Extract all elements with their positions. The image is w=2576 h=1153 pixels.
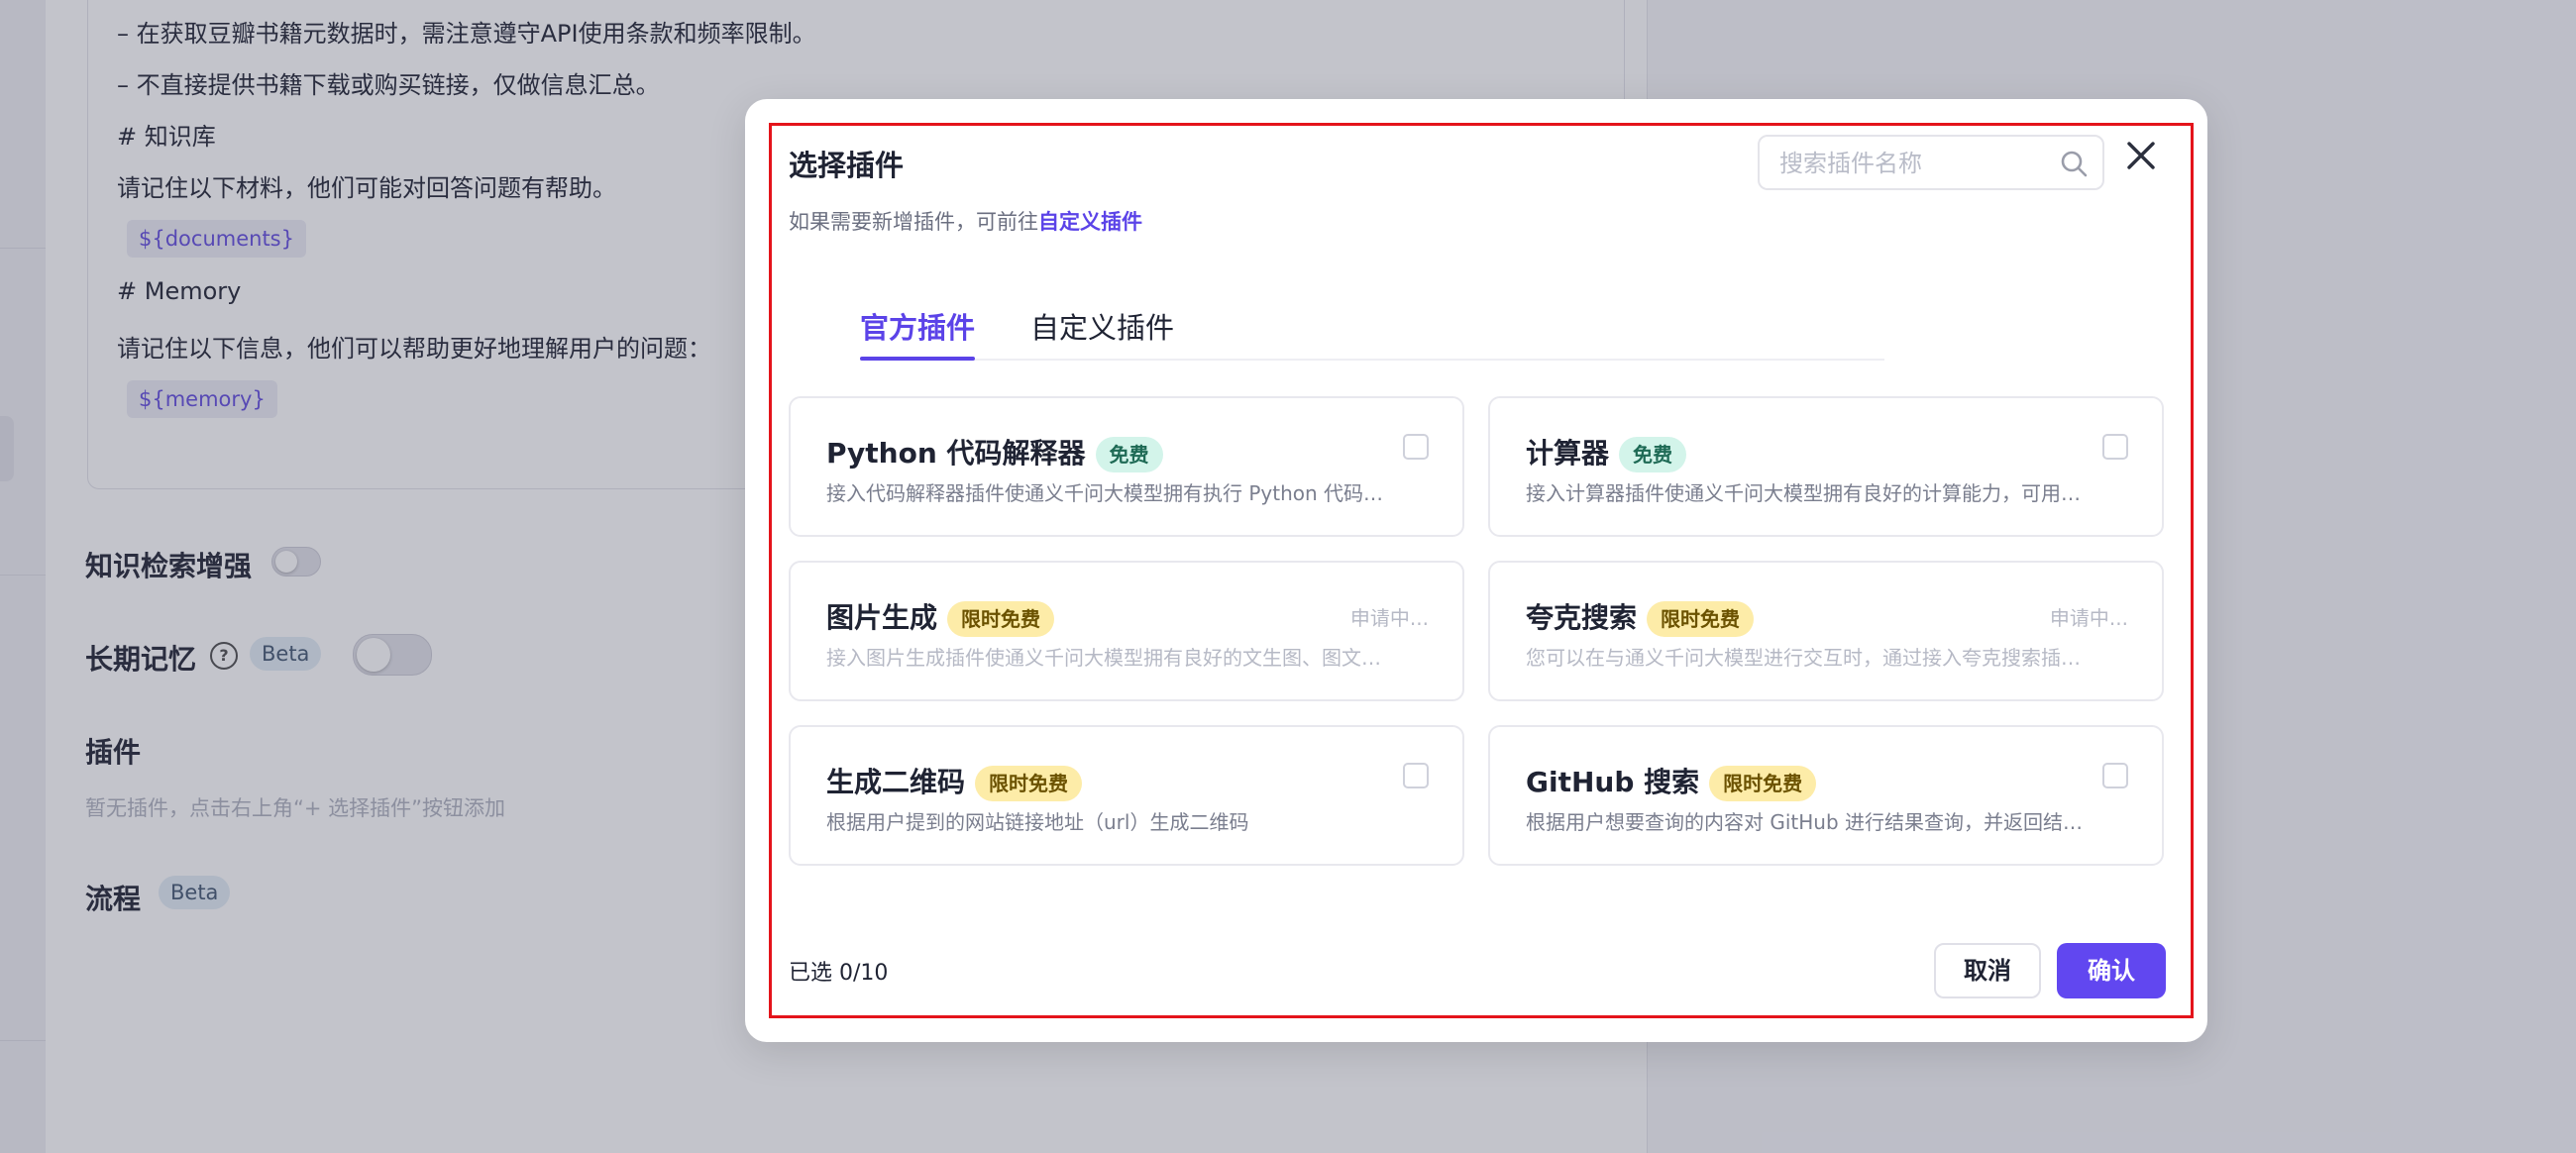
plugin-name: Python 代码解释器 免费 [826, 432, 1163, 472]
search-icon[interactable] [2059, 149, 2089, 178]
tab-official-plugins[interactable]: 官方插件 [860, 305, 975, 347]
active-tab-indicator [860, 357, 975, 361]
plugin-description: 接入代码解释器插件使通义千问大模型拥有执行 Python 代码… [826, 481, 1384, 505]
plugin-description: 接入图片生成插件使通义千问大模型拥有良好的文生图、图文… [826, 646, 1381, 670]
plugin-card-github-search[interactable]: GitHub 搜索 限时免费 根据用户想要查询的内容对 GitHub 进行结果查询… [1488, 725, 2164, 866]
tab-label: 自定义插件 [1030, 311, 1175, 345]
plugin-description: 根据用户想要查询的内容对 GitHub 进行结果查询，并返回结… [1526, 810, 2084, 834]
plugin-card-quark-search: 夸克搜索 限时免费 申请中... 您可以在与通义千问大模型进行交互时，通过接入夸克… [1488, 561, 2164, 701]
dialog-title: 选择插件 [789, 149, 905, 182]
plugin-card-image-generation: 图片生成 限时免费 申请中... 接入图片生成插件使通义千问大模型拥有良好的文生图… [789, 561, 1464, 701]
plugin-checkbox[interactable] [1403, 434, 1429, 460]
plugin-description: 您可以在与通义千问大模型进行交互时，通过接入夸克搜索插… [1526, 646, 2081, 670]
limited-free-badge: 限时免费 [1709, 766, 1817, 801]
plugin-checkbox[interactable] [2102, 763, 2128, 788]
plugin-checkbox[interactable] [2102, 434, 2128, 460]
close-icon[interactable] [2124, 139, 2158, 172]
cancel-button[interactable]: 取消 [1934, 943, 2041, 998]
plugin-name: 图片生成 限时免费 [826, 596, 1055, 637]
tab-custom-plugins[interactable]: 自定义插件 [1030, 305, 1174, 347]
dialog-subtitle: 如果需要新增插件，可前往自定义插件 [789, 206, 1142, 236]
limited-free-badge: 限时免费 [1647, 601, 1755, 637]
plugin-checkbox[interactable] [1403, 763, 1429, 788]
limited-free-badge: 限时免费 [975, 766, 1083, 801]
select-plugin-dialog: 选择插件 如果需要新增插件，可前往自定义插件 官方插件 自定义插件 Python… [745, 99, 2207, 1042]
plugin-name: 夸克搜索 限时免费 [1526, 596, 1755, 637]
custom-plugin-link[interactable]: 自定义插件 [1038, 210, 1142, 234]
confirm-button[interactable]: 确认 [2057, 943, 2166, 998]
subtitle-text: 如果需要新增插件，可前往 [789, 210, 1038, 234]
plugin-name: 计算器 免费 [1526, 432, 1687, 472]
plugin-description: 根据用户提到的网站链接地址（url）生成二维码 [826, 810, 1249, 834]
free-badge: 免费 [1619, 437, 1687, 472]
plugin-tabs: 官方插件 自定义插件 [860, 283, 1884, 361]
plugin-name: GitHub 搜索 限时免费 [1526, 761, 1817, 801]
applying-status: 申请中... [1349, 606, 1429, 630]
plugin-description: 接入计算器插件使通义千问大模型拥有良好的计算能力，可用… [1526, 481, 2081, 505]
plugin-card-calculator[interactable]: 计算器 免费 接入计算器插件使通义千问大模型拥有良好的计算能力，可用… [1488, 396, 2164, 537]
plugin-card-python-interpreter[interactable]: Python 代码解释器 免费 接入代码解释器插件使通义千问大模型拥有执行 Pyt… [789, 396, 1464, 537]
free-badge: 免费 [1095, 437, 1163, 472]
limited-free-badge: 限时免费 [947, 601, 1055, 637]
plugin-card-qr-code[interactable]: 生成二维码 限时免费 根据用户提到的网站链接地址（url）生成二维码 [789, 725, 1464, 866]
selected-count: 已选 0/10 [789, 961, 889, 986]
tab-label: 官方插件 [860, 311, 976, 345]
applying-status: 申请中... [2049, 606, 2128, 630]
plugin-name: 生成二维码 限时免费 [826, 761, 1083, 801]
plugin-search-input[interactable] [1777, 145, 2049, 182]
plugin-search-box[interactable] [1758, 135, 2104, 190]
